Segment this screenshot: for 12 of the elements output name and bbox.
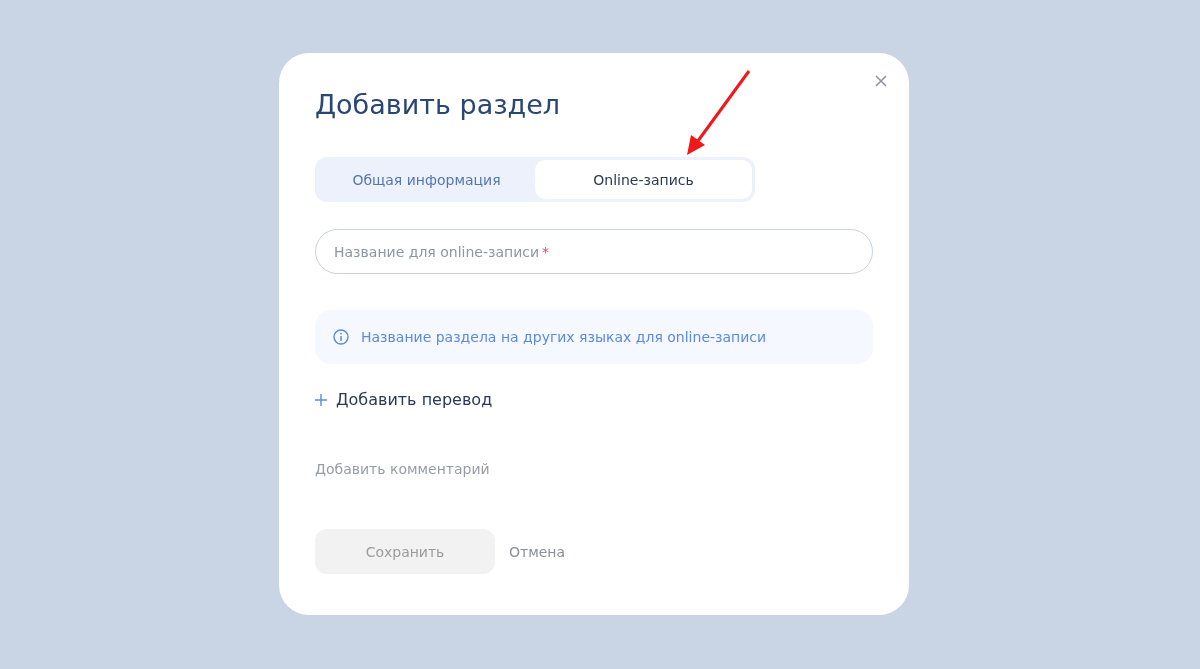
cancel-button[interactable]: Отмена [509,543,566,560]
add-translation-button[interactable]: Добавить перевод [315,390,493,409]
dialog-title: Добавить раздел [315,88,561,122]
add-comment-link[interactable]: Добавить комментарий [315,461,490,477]
tab[interactable]: Online-запись [535,160,752,199]
tab[interactable]: Общая информация [318,160,535,199]
plus-icon [315,393,327,406]
close-icon[interactable] [875,75,887,87]
required-mark: * [542,243,550,260]
info-icon [333,329,349,345]
info-text: Название раздела на других языках для online-записи [361,329,767,345]
field-placeholder: Название для online-записи [334,243,540,260]
